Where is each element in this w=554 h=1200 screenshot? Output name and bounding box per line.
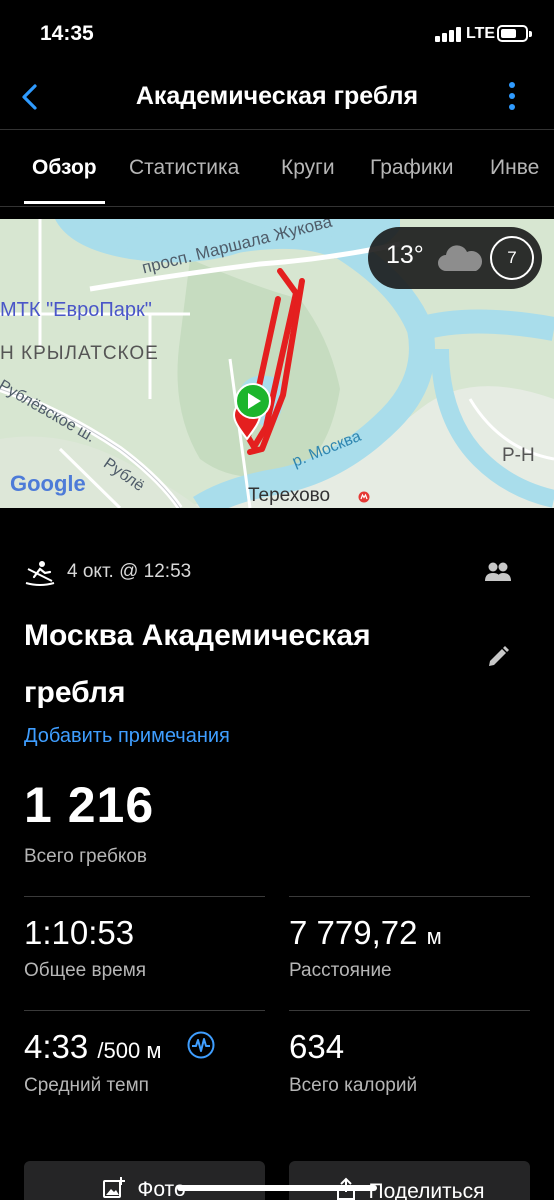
divider [24,896,265,897]
status-bar: 14:35 LTE [0,0,554,68]
chevron-left-icon [22,84,37,110]
map-label-district: Н КРЫЛАТСКОЕ [0,343,159,364]
edit-icon[interactable] [486,645,510,669]
stat-distance-value: 7 779,72 м [289,914,442,951]
map-label-corner: Р-Н [502,445,535,466]
weather-chip[interactable]: 13° 7 [368,227,542,289]
share-button[interactable]: Поделиться [289,1161,530,1200]
divider [289,1010,530,1011]
group-icon[interactable] [484,560,512,584]
start-marker-icon [235,383,271,419]
activity-name: Москва Академическая гребля [24,619,371,709]
stat-calories-value: 634 [289,1028,345,1065]
stat-total-time-label: Общее время [24,960,147,981]
status-time: 14:35 [40,22,94,45]
stat-avg-pace-value: 4:33 /500 м [24,1028,162,1065]
stat-avg-pace-unit: /500 м [97,1038,162,1063]
tab-bar: Обзор Статистика Круги Графики Инве [0,131,554,207]
stat-distance-unit: м [426,924,442,949]
pace-info-icon[interactable] [187,1031,215,1059]
stat-avg-pace-label: Средний темп [24,1075,149,1096]
stat-total-time-value: 1:10:53 [24,914,135,951]
share-label: Поделиться [368,1180,485,1200]
signal-icon [435,26,461,42]
add-notes-link[interactable]: Добавить примечания [24,725,230,748]
divider [24,1010,265,1011]
cloud-icon [438,245,483,271]
tab-equipment[interactable]: Инве [490,156,539,180]
battery-icon [497,25,532,42]
tab-laps[interactable]: Круги [281,156,335,180]
tab-charts[interactable]: Графики [370,156,453,180]
home-indicator [177,1185,377,1191]
weather-temperature: 13° [386,241,424,269]
google-logo: Google [10,471,86,496]
activity-date: 4 окт. @ 12:53 [67,561,192,582]
back-button[interactable] [14,80,48,114]
divider [289,896,530,897]
page-title: Академическая гребля [135,82,419,110]
stat-distance-label: Расстояние [289,960,392,981]
more-button[interactable] [500,80,524,114]
add-photo-icon [103,1177,126,1198]
add-photo-button[interactable]: Фото [24,1161,265,1200]
stat-calories-label: Всего калорий [289,1075,418,1096]
route-map[interactable]: просп. Маршала Жукова МТК "ЕвроПарк" Н К… [0,219,554,508]
tab-statistics[interactable]: Статистика [129,156,239,180]
total-strokes-value: 1 216 [24,777,155,833]
total-strokes-label: Всего гребков [24,846,148,867]
nav-bar: Академическая гребля [0,68,554,130]
map-label-metro: Терехово [248,485,331,506]
map-label-mall: МТК "ЕвроПарк" [0,299,152,321]
wind-indicator: 7 [490,236,534,280]
rowing-icon [25,561,55,586]
metro-icon [358,491,370,503]
active-tab-indicator [24,201,105,204]
network-type: LTE [466,25,496,42]
tab-overview[interactable]: Обзор [32,156,97,180]
